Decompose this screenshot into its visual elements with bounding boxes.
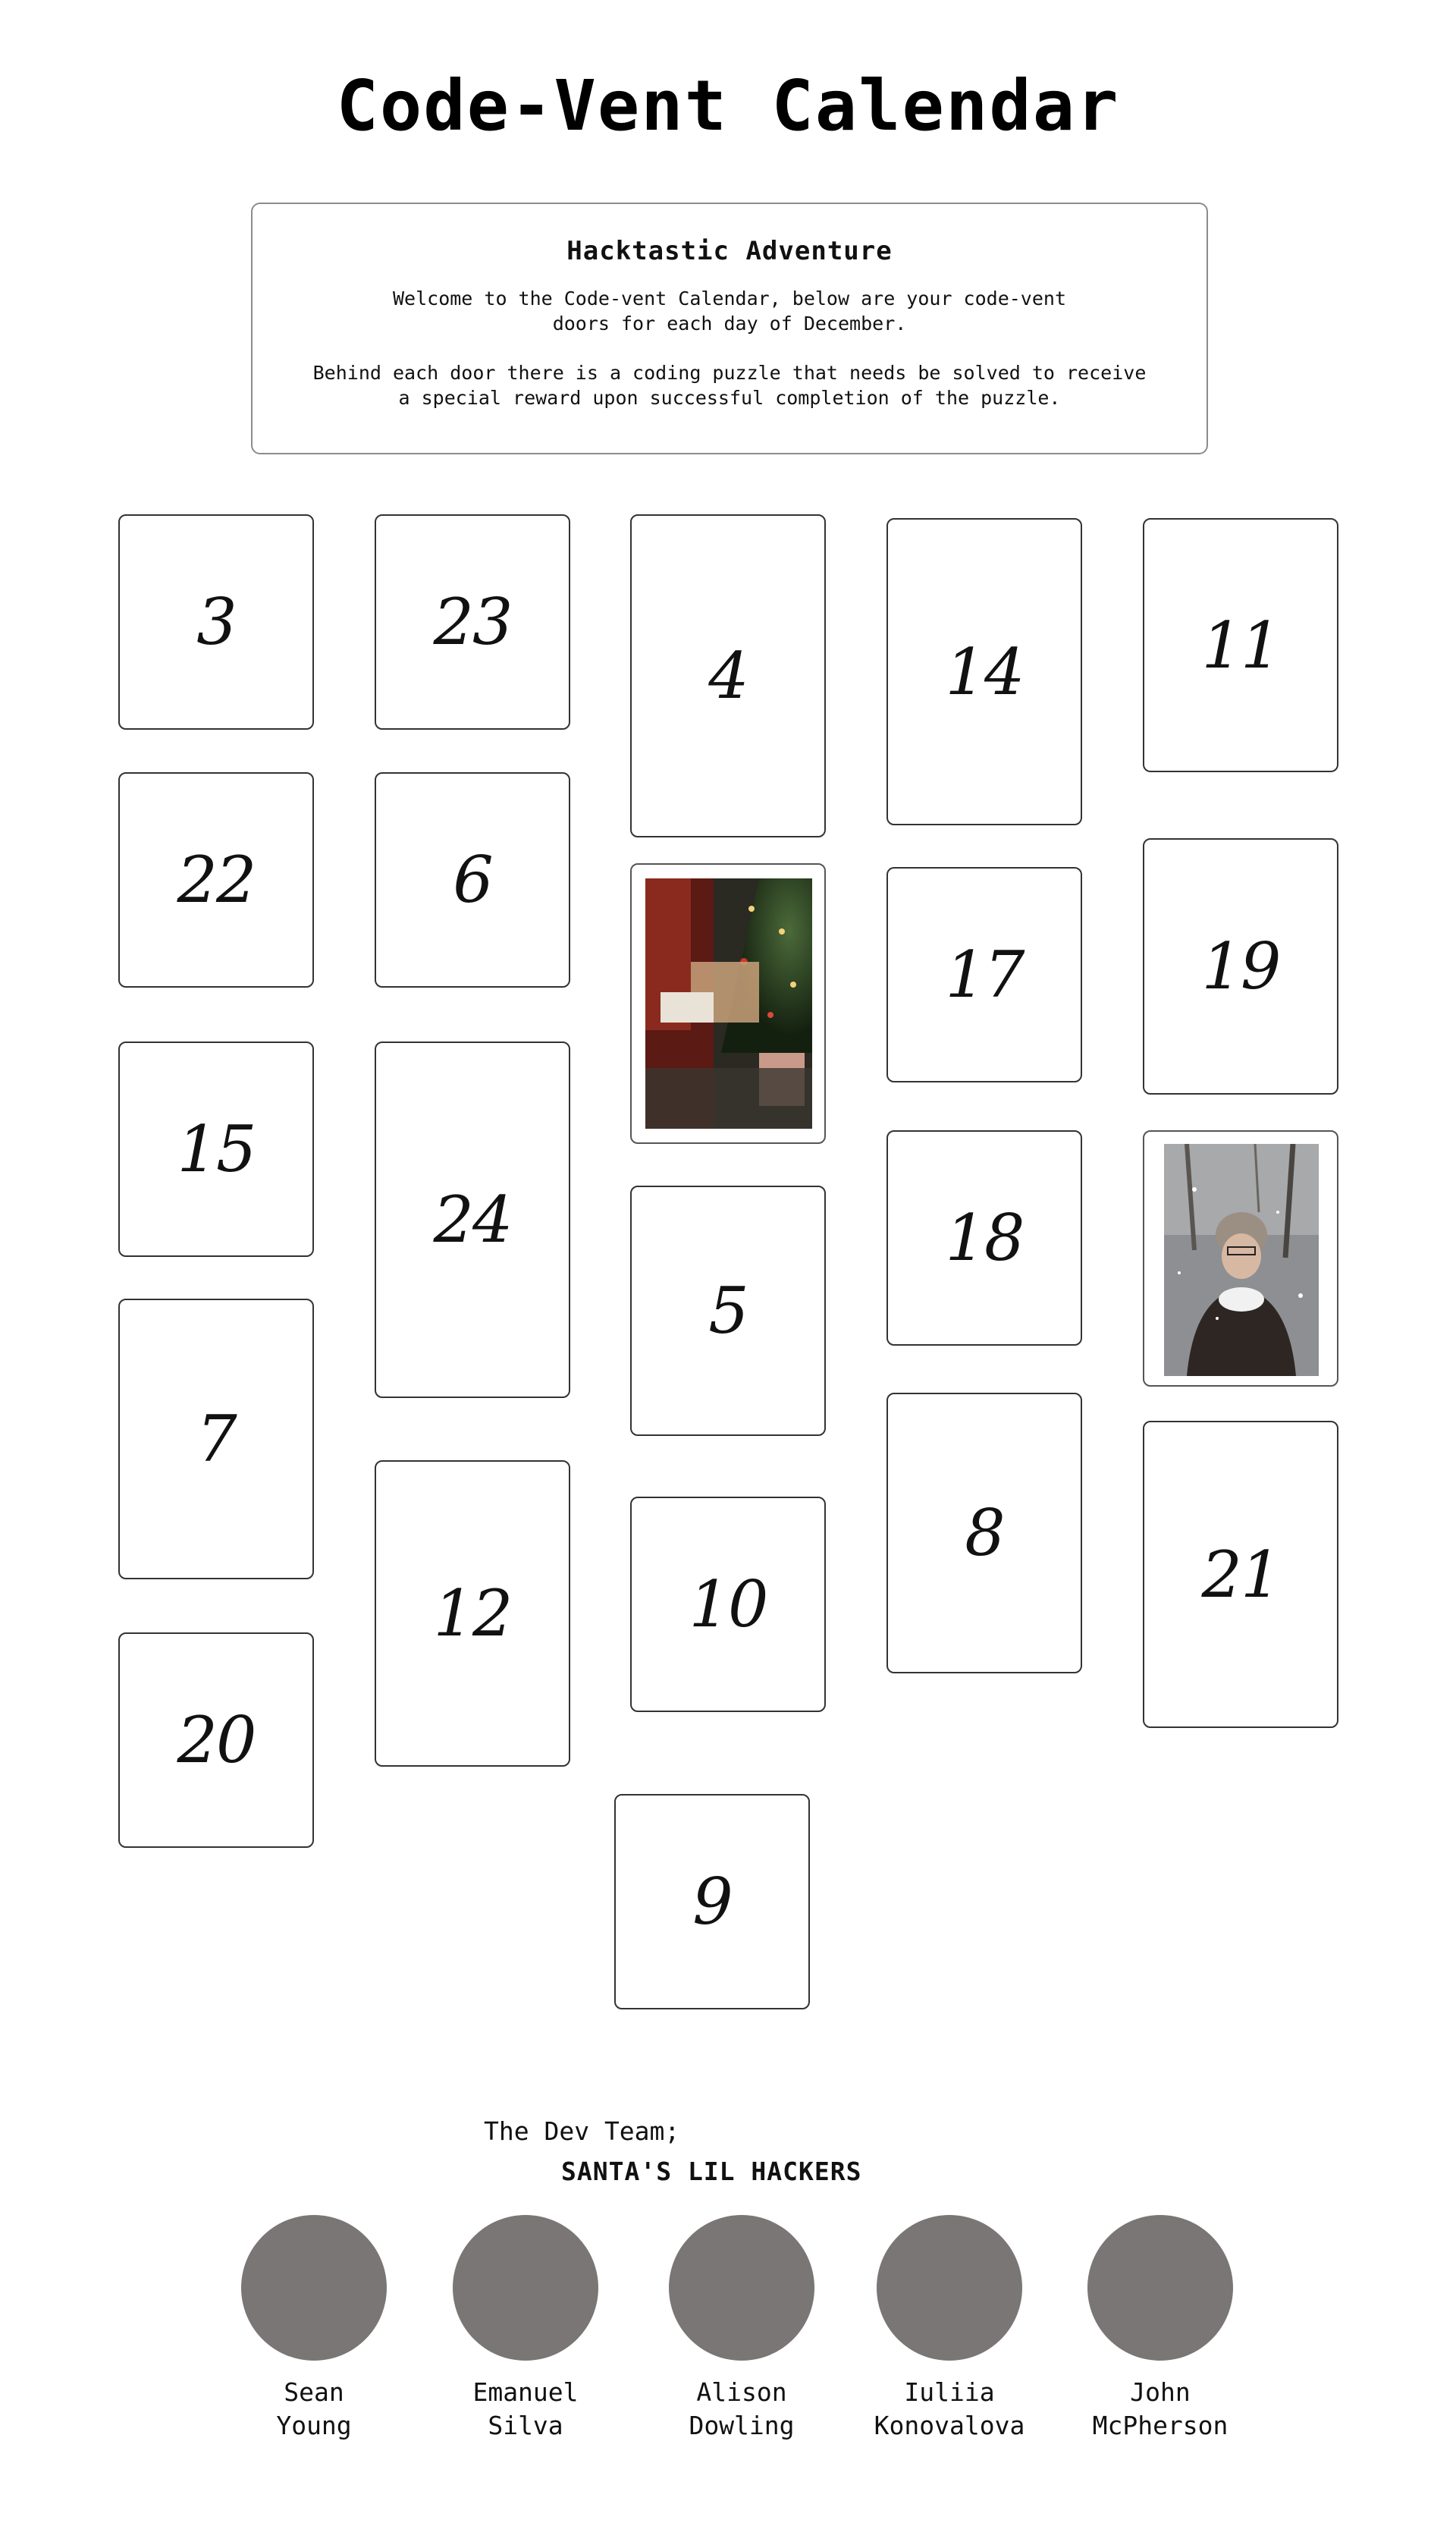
intro-line: a special reward upon successful complet… bbox=[398, 387, 1061, 409]
member-first-name: Iuliia bbox=[904, 2377, 995, 2407]
door-19[interactable]: 19 bbox=[1143, 838, 1338, 1095]
door-8[interactable]: 8 bbox=[886, 1393, 1082, 1673]
door-11[interactable]: 11 bbox=[1143, 518, 1338, 772]
door-number: 22 bbox=[177, 843, 257, 917]
door-number: 3 bbox=[196, 585, 237, 659]
member-name: John McPherson bbox=[1054, 2376, 1266, 2443]
intro-line: Behind each door there is a coding puzzl… bbox=[312, 362, 1147, 384]
door-21[interactable]: 21 bbox=[1143, 1421, 1338, 1728]
intro-paragraph-welcome: Welcome to the Code-vent Calendar, below… bbox=[312, 286, 1147, 336]
door-3[interactable]: 3 bbox=[118, 514, 314, 730]
santa-gift-photo bbox=[645, 878, 812, 1129]
avatar bbox=[669, 2215, 814, 2361]
team-member: Alison Dowling bbox=[635, 2215, 848, 2443]
door-7[interactable]: 7 bbox=[118, 1299, 314, 1579]
avatar bbox=[241, 2215, 387, 2361]
team-label: The Dev Team; bbox=[484, 2116, 680, 2146]
door-number: 19 bbox=[1201, 929, 1282, 1004]
door-number: 11 bbox=[1201, 608, 1282, 683]
intro-panel: Hacktastic Adventure Welcome to the Code… bbox=[251, 203, 1208, 454]
door-number: 4 bbox=[708, 639, 748, 713]
door-10[interactable]: 10 bbox=[630, 1497, 826, 1712]
member-last-name: Konovalova bbox=[874, 2411, 1025, 2440]
door-number: 20 bbox=[177, 1703, 257, 1777]
page-title: Code-Vent Calendar bbox=[336, 65, 1120, 146]
door-14[interactable]: 14 bbox=[886, 518, 1082, 825]
door-number: 8 bbox=[965, 1496, 1005, 1570]
door-number: 15 bbox=[177, 1112, 257, 1186]
snow-girl-photo bbox=[1164, 1144, 1319, 1376]
photo-door-santa[interactable] bbox=[630, 863, 826, 1144]
member-name: Emanuel Silva bbox=[419, 2376, 632, 2443]
door-number: 23 bbox=[433, 585, 513, 659]
door-6[interactable]: 6 bbox=[375, 772, 570, 988]
door-number: 17 bbox=[945, 938, 1025, 1012]
door-number: 21 bbox=[1201, 1537, 1282, 1612]
intro-heading: Hacktastic Adventure bbox=[566, 236, 893, 266]
member-first-name: Emanuel bbox=[472, 2377, 579, 2407]
door-number: 7 bbox=[196, 1402, 237, 1476]
door-12[interactable]: 12 bbox=[375, 1460, 570, 1767]
team-name: SANTA'S LIL HACKERS bbox=[561, 2157, 862, 2186]
member-name: Iuliia Konovalova bbox=[843, 2376, 1056, 2443]
member-last-name: McPherson bbox=[1092, 2411, 1228, 2440]
door-number: 14 bbox=[945, 634, 1025, 709]
door-number: 24 bbox=[433, 1183, 513, 1257]
avatar bbox=[453, 2215, 598, 2361]
door-9[interactable]: 9 bbox=[614, 1794, 810, 2009]
door-5[interactable]: 5 bbox=[630, 1186, 826, 1436]
door-23[interactable]: 23 bbox=[375, 514, 570, 730]
door-number: 18 bbox=[945, 1201, 1025, 1275]
member-last-name: Dowling bbox=[689, 2411, 795, 2440]
door-number: 12 bbox=[433, 1576, 513, 1651]
door-20[interactable]: 20 bbox=[118, 1632, 314, 1848]
door-4[interactable]: 4 bbox=[630, 514, 826, 837]
door-number: 6 bbox=[453, 843, 493, 917]
door-18[interactable]: 18 bbox=[886, 1130, 1082, 1346]
intro-paragraph-rules: Behind each door there is a coding puzzl… bbox=[312, 360, 1147, 410]
door-number: 9 bbox=[692, 1865, 733, 1939]
team-member: Emanuel Silva bbox=[419, 2215, 632, 2443]
member-first-name: Sean bbox=[284, 2377, 344, 2407]
door-number: 5 bbox=[708, 1274, 748, 1348]
door-24[interactable]: 24 bbox=[375, 1042, 570, 1398]
door-17[interactable]: 17 bbox=[886, 867, 1082, 1082]
intro-line: doors for each day of December. bbox=[552, 313, 907, 335]
member-first-name: John bbox=[1130, 2377, 1191, 2407]
intro-line: Welcome to the Code-vent Calendar, below… bbox=[392, 287, 1067, 309]
door-number: 10 bbox=[689, 1567, 769, 1642]
door-22[interactable]: 22 bbox=[118, 772, 314, 988]
member-last-name: Silva bbox=[488, 2411, 563, 2440]
avatar bbox=[1087, 2215, 1233, 2361]
team-member: Iuliia Konovalova bbox=[843, 2215, 1056, 2443]
team-member: John McPherson bbox=[1054, 2215, 1266, 2443]
photo-door-snow[interactable] bbox=[1143, 1130, 1338, 1387]
snow-girl-image bbox=[1164, 1144, 1319, 1376]
member-first-name: Alison bbox=[696, 2377, 787, 2407]
door-15[interactable]: 15 bbox=[118, 1042, 314, 1257]
member-last-name: Young bbox=[276, 2411, 352, 2440]
member-name: Alison Dowling bbox=[635, 2376, 848, 2443]
member-name: Sean Young bbox=[208, 2376, 420, 2443]
avatar bbox=[877, 2215, 1022, 2361]
team-member: Sean Young bbox=[208, 2215, 420, 2443]
santa-gift-image bbox=[645, 878, 812, 1129]
